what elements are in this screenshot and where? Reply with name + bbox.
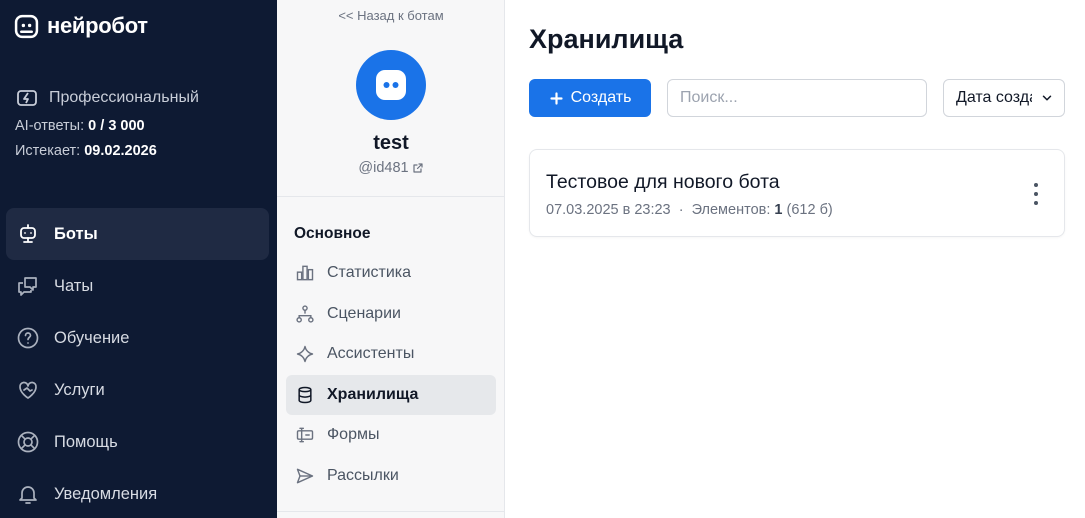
- nav-item-help[interactable]: Помощь: [6, 416, 269, 468]
- storage-elements-label: Элементов:: [691, 202, 771, 218]
- expires-label: Истекает:: [15, 143, 81, 159]
- chat-icon: [18, 277, 37, 296]
- flow-icon: [296, 305, 314, 323]
- bot-handle: @id481: [358, 160, 409, 176]
- nav-item-label: Помощь: [54, 432, 118, 451]
- subnav-item-label: Сценарии: [327, 304, 401, 322]
- plan-name-row[interactable]: Профессиональный: [15, 86, 199, 110]
- create-button-label: Создать: [570, 89, 632, 106]
- search-input[interactable]: [667, 79, 927, 117]
- nav-item-label: Уведомления: [54, 484, 158, 503]
- create-button[interactable]: Создать: [529, 79, 651, 117]
- sort-select-value: Дата создания: [956, 89, 1032, 106]
- bell-icon: [19, 486, 37, 504]
- main-content: Хранилища Создать Дата создания Тестовое…: [505, 0, 1085, 518]
- bot-avatar: [356, 50, 426, 120]
- bot-icon: [20, 224, 36, 243]
- bot-handle-link[interactable]: @id481: [277, 160, 505, 176]
- bot-face-icon: [376, 70, 406, 100]
- sparkle-icon: [296, 346, 314, 363]
- storage-elements-count: 1: [774, 202, 783, 218]
- bar-chart-icon: [296, 265, 314, 281]
- send-icon: [296, 468, 314, 484]
- storage-size: (612 б): [786, 202, 833, 218]
- nav-item-label: Услуги: [54, 380, 105, 399]
- storage-meta: 07.03.2025 в 23:23 · Элементов: 1 (612 б…: [546, 202, 833, 218]
- handshake-heart-icon: [19, 381, 37, 399]
- bot-panel: << Назад к ботам test @id481 Основное Ст…: [277, 0, 505, 518]
- page-title: Хранилища: [529, 24, 684, 54]
- ai-answers-label: AI-ответы:: [15, 118, 85, 134]
- ai-answers-value: 0 / 3 000: [88, 118, 145, 134]
- storage-card[interactable]: Тестовое для нового бота 07.03.2025 в 23…: [529, 149, 1065, 237]
- nav-item-notifications[interactable]: Уведомления: [6, 468, 269, 518]
- logo-text: нейробот: [47, 13, 148, 38]
- expires-value: 09.02.2026: [84, 143, 157, 159]
- main-sidebar: нейробот Профессиональный AI-ответы: 0 /…: [0, 0, 277, 518]
- storage-title: Тестовое для нового бота: [546, 171, 780, 193]
- panel-divider: [277, 196, 505, 197]
- subnav-item-mailings[interactable]: Рассылки: [286, 456, 496, 497]
- expires-line: Истекает: 09.02.2026: [15, 143, 199, 159]
- lightning-icon: [17, 90, 37, 106]
- nav-item-bots[interactable]: Боты: [6, 208, 269, 260]
- nav-item-learning[interactable]: Обучение: [6, 312, 269, 364]
- nav-item-services[interactable]: Услуги: [6, 364, 269, 416]
- back-to-bots-link[interactable]: << Назад к ботам: [277, 8, 505, 23]
- sort-select[interactable]: Дата создания: [943, 79, 1065, 117]
- bot-subnav: Статистика Сценарии Ассистенты Хранилища…: [286, 253, 496, 496]
- plan-info: Профессиональный AI-ответы: 0 / 3 000 Ис…: [15, 86, 199, 159]
- subnav-item-scenarios[interactable]: Сценарии: [286, 294, 496, 335]
- chevron-down-icon: [1042, 95, 1052, 101]
- plus-icon: [550, 91, 563, 105]
- nav-item-label: Чаты: [54, 276, 94, 295]
- subnav-item-label: Статистика: [327, 264, 412, 282]
- plan-name: Профессиональный: [49, 89, 199, 106]
- main-nav: Боты Чаты Обучение Услуги Помощь Уведомл…: [6, 208, 269, 518]
- section-title: Основное: [294, 225, 371, 242]
- storage-date: 07.03.2025 в 23:23: [546, 202, 671, 218]
- database-icon: [298, 386, 312, 404]
- meta-separator: ·: [678, 202, 684, 218]
- subnav-item-label: Формы: [327, 426, 380, 444]
- form-icon: [296, 427, 314, 443]
- help-circle-icon: [17, 327, 39, 349]
- subnav-item-label: Рассылки: [327, 466, 399, 484]
- subnav-item-label: Ассистенты: [327, 345, 415, 363]
- bot-name: test: [373, 132, 409, 154]
- subnav-item-label: Хранилища: [327, 385, 419, 403]
- more-options-icon[interactable]: [1026, 183, 1046, 205]
- external-link-icon: [412, 163, 423, 173]
- nav-item-label: Обучение: [54, 328, 130, 347]
- logo[interactable]: нейробот: [14, 13, 148, 39]
- subnav-item-forms[interactable]: Формы: [286, 415, 496, 456]
- subnav-item-storages[interactable]: Хранилища: [286, 374, 496, 415]
- subnav-item-assistants[interactable]: Ассистенты: [286, 334, 496, 375]
- logo-icon: [14, 14, 39, 38]
- subnav-item-statistics[interactable]: Статистика: [286, 253, 496, 294]
- panel-divider-bottom: [277, 511, 505, 512]
- nav-item-chats[interactable]: Чаты: [6, 260, 269, 312]
- nav-item-label: Боты: [54, 224, 98, 243]
- lifebuoy-icon: [17, 431, 39, 453]
- ai-answers-line: AI-ответы: 0 / 3 000: [15, 118, 199, 134]
